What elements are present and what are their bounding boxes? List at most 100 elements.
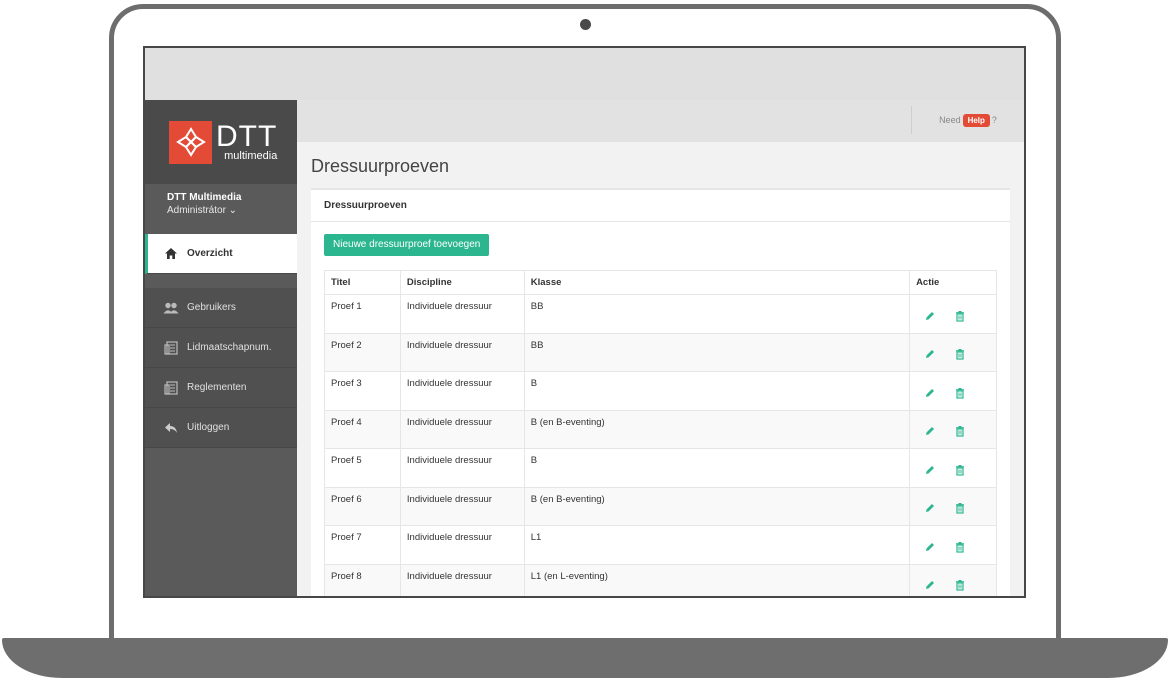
sidebar-nav: Overzicht Gebruikers Lidmaatschapnum. Re <box>145 234 297 448</box>
main-content: Dressuurproeven Dressuurproeven Nieuwe d… <box>297 142 1024 596</box>
logo-area[interactable]: DTT multimedia <box>145 100 297 184</box>
table-row: Proef 4 Individuele dressuur B (en B-eve… <box>324 409 997 449</box>
cell-klasse: BB <box>523 294 911 334</box>
cell-actie <box>909 332 997 372</box>
trash-icon[interactable] <box>954 425 966 437</box>
logo-main-text: DTT <box>216 120 278 153</box>
user-role-dropdown[interactable]: Administrátor ⌄ <box>167 205 275 216</box>
camera <box>580 19 591 30</box>
column-header-titel[interactable]: Titel <box>324 270 401 295</box>
column-header-actie: Actie <box>909 270 997 295</box>
cell-actie <box>909 371 997 411</box>
cell-discipline: Individuele dressuur <box>399 486 525 526</box>
trash-icon[interactable] <box>954 310 966 322</box>
laptop-screen: DTT multimedia DTT Multimedia Administrá… <box>143 46 1026 598</box>
document-icon <box>163 340 179 355</box>
column-header-discipline[interactable]: Discipline <box>399 270 525 295</box>
pencil-icon[interactable] <box>924 541 936 553</box>
page-title: Dressuurproeven <box>311 156 450 176</box>
cell-titel: Proef 4 <box>324 409 401 449</box>
help-area[interactable]: Need Help ? <box>911 106 1024 134</box>
cell-klasse: BB <box>523 332 911 372</box>
pencil-icon[interactable] <box>924 579 936 591</box>
sidebar-item-label: Uitloggen <box>187 422 230 433</box>
sidebar-item-label: Reglementen <box>187 382 247 393</box>
logo-sub-text: multimedia <box>224 150 278 162</box>
sidebar-item-label: Overzicht <box>187 248 233 259</box>
user-block[interactable]: DTT Multimedia Administrátor ⌄ <box>145 184 297 234</box>
cell-actie <box>909 525 997 565</box>
pencil-icon[interactable] <box>924 387 936 399</box>
help-prefix: Need <box>939 115 961 125</box>
cell-klasse: L1 (en L-eventing) <box>523 563 911 596</box>
nav-spacer <box>145 274 297 288</box>
home-icon <box>163 247 179 261</box>
pencil-icon[interactable] <box>924 464 936 476</box>
help-badge[interactable]: Help <box>962 113 990 127</box>
cell-actie <box>909 294 997 334</box>
cell-discipline: Individuele dressuur <box>399 448 525 488</box>
cell-discipline: Individuele dressuur <box>399 332 525 372</box>
sidebar-item-label: Lidmaatschapnum. <box>187 342 272 353</box>
sidebar-item-uitloggen[interactable]: Uitloggen <box>145 408 297 448</box>
table-header-row: Titel Discipline Klasse Actie <box>324 270 997 295</box>
pencil-icon[interactable] <box>924 310 936 322</box>
cell-titel: Proef 6 <box>324 486 401 526</box>
cell-discipline: Individuele dressuur <box>399 563 525 596</box>
cell-titel: Proef 1 <box>324 294 401 334</box>
reply-icon <box>163 421 179 435</box>
sidebar-item-label: Gebruikers <box>187 302 236 313</box>
sidebar-item-overzicht[interactable]: Overzicht <box>145 234 297 274</box>
cell-actie <box>909 409 997 449</box>
cell-klasse: B (en B-eventing) <box>523 486 911 526</box>
cell-actie <box>909 448 997 488</box>
cell-titel: Proef 5 <box>324 448 401 488</box>
trash-icon[interactable] <box>954 541 966 553</box>
sidebar-item-reglementen[interactable]: Reglementen <box>145 368 297 408</box>
sidebar: DTT multimedia DTT Multimedia Administrá… <box>145 100 297 596</box>
cell-klasse: B <box>523 448 911 488</box>
user-name: DTT Multimedia <box>167 192 242 203</box>
add-dressuurproef-button[interactable]: Nieuwe dressuurproef toevoegen <box>324 234 490 256</box>
sidebar-item-lidmaatschapnum[interactable]: Lidmaatschapnum. <box>145 328 297 368</box>
pencil-icon[interactable] <box>924 348 936 360</box>
cell-discipline: Individuele dressuur <box>399 525 525 565</box>
cell-titel: Proef 7 <box>324 525 401 565</box>
cell-discipline: Individuele dressuur <box>399 371 525 411</box>
cell-titel: Proef 8 <box>324 563 401 596</box>
laptop-base <box>2 638 1168 678</box>
table-row: Proef 7 Individuele dressuur L1 <box>324 525 997 565</box>
table-row: Proef 2 Individuele dressuur BB <box>324 332 997 372</box>
pencil-icon[interactable] <box>924 425 936 437</box>
cell-titel: Proef 3 <box>324 371 401 411</box>
trash-icon[interactable] <box>954 579 966 591</box>
cell-discipline: Individuele dressuur <box>399 409 525 449</box>
table-row: Proef 3 Individuele dressuur B <box>324 371 997 411</box>
logo-mark-icon <box>169 120 212 164</box>
cell-actie <box>909 486 997 526</box>
table-row: Proef 8 Individuele dressuur L1 (en L-ev… <box>324 563 997 596</box>
sidebar-item-gebruikers[interactable]: Gebruikers <box>145 288 297 328</box>
cell-klasse: L1 <box>523 525 911 565</box>
cell-klasse: B <box>523 371 911 411</box>
topbar: Need Help ? <box>297 100 1024 142</box>
trash-icon[interactable] <box>954 464 966 476</box>
panel-title: Dressuurproeven <box>311 190 1010 222</box>
table-row: Proef 5 Individuele dressuur B <box>324 448 997 488</box>
cell-klasse: B (en B-eventing) <box>523 409 911 449</box>
table-row: Proef 6 Individuele dressuur B (en B-eve… <box>324 486 997 526</box>
trash-icon[interactable] <box>954 502 966 514</box>
panel: Dressuurproeven Nieuwe dressuurproef toe… <box>311 188 1010 596</box>
cell-titel: Proef 2 <box>324 332 401 372</box>
trash-icon[interactable] <box>954 348 966 360</box>
document-icon <box>163 380 179 395</box>
dressuurproeven-table: Titel Discipline Klasse Actie Proef 1 In… <box>324 270 997 596</box>
logo-text: DTT multimedia <box>216 122 277 162</box>
help-suffix: ? <box>991 115 997 125</box>
column-header-klasse[interactable]: Klasse <box>523 270 911 295</box>
cell-discipline: Individuele dressuur <box>399 294 525 334</box>
cell-actie <box>909 563 997 596</box>
trash-icon[interactable] <box>954 387 966 399</box>
table-row: Proef 1 Individuele dressuur BB <box>324 294 997 334</box>
pencil-icon[interactable] <box>924 502 936 514</box>
